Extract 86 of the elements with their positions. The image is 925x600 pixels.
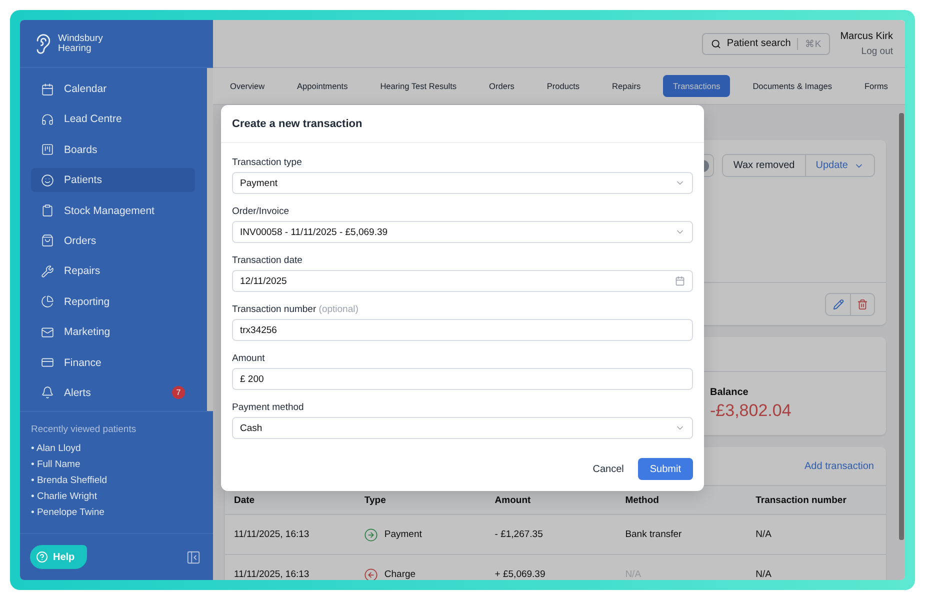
status-button[interactable]: Wax removed [723, 155, 805, 176]
recent-patient-link[interactable]: • Penelope Twine [31, 506, 202, 520]
table-cell-text: N/A [756, 569, 772, 580]
trash-icon [857, 298, 868, 310]
column-header: Amount [494, 494, 532, 506]
search-icon [710, 38, 721, 48]
cancel-button[interactable]: Cancel [590, 460, 626, 478]
card-icon [41, 356, 54, 370]
recent-patient-link[interactable]: • Alan Lloyd [31, 442, 202, 456]
date-field[interactable]: 12/11/2025 [232, 270, 693, 292]
bell-icon [41, 386, 54, 400]
field-label: Payment method [232, 401, 305, 414]
tab[interactable]: Products [536, 75, 590, 97]
calendar-icon [41, 82, 54, 96]
nav-item[interactable]: Finance [31, 350, 195, 375]
logout-link[interactable]: Log out [861, 46, 893, 56]
tab[interactable]: Transactions [663, 75, 730, 97]
select-field[interactable]: Cash [232, 417, 693, 439]
tab[interactable]: Appointments [287, 75, 358, 97]
column-header: Date [234, 494, 256, 506]
field-label: Transaction date [232, 254, 304, 267]
mail-icon [41, 326, 54, 339]
calendar-icon [675, 276, 685, 286]
nav-item[interactable]: Stock Management [31, 198, 195, 223]
section-title: Recently viewed patients [31, 424, 138, 436]
input-field[interactable]: £ 200 [232, 368, 693, 390]
count-badge: 7 [172, 386, 185, 400]
add-transaction-link[interactable]: Add transaction [804, 460, 874, 472]
nav-item[interactable]: Reporting [31, 290, 195, 314]
tab[interactable]: Hearing Test Results [370, 75, 467, 97]
table-cell-text: N/A [756, 529, 772, 540]
select-field[interactable]: Payment [232, 172, 693, 194]
table-cell-text: + £5,069.39 [494, 569, 546, 580]
table-cell: Payment [384, 529, 422, 540]
field-label: Amount [232, 352, 266, 365]
nav-item[interactable]: Lead Centre [31, 107, 195, 132]
column-header: Method [625, 494, 660, 506]
update-button[interactable]: Update [804, 155, 874, 176]
recent-patient-link[interactable]: • Brenda Sheffield [31, 474, 202, 488]
input-field[interactable]: trx34256 [232, 319, 693, 341]
field-label: Order/Invoice [232, 205, 290, 218]
wrench-icon [41, 264, 54, 278]
patient-search-button[interactable]: Patient search ⌘K [702, 32, 830, 54]
smiley-icon [41, 174, 54, 187]
nav-item[interactable]: Marketing [31, 320, 195, 344]
column-header: Transaction number [756, 494, 848, 506]
tab[interactable]: Orders [479, 75, 524, 97]
bag-icon [41, 234, 54, 248]
collapse-sidebar-icon[interactable] [186, 550, 201, 565]
nav-item[interactable]: Calendar [31, 77, 195, 101]
balance-label: Balance [710, 386, 750, 398]
scrollbar[interactable] [207, 68, 213, 412]
headset-icon [41, 112, 54, 126]
dialog-title: Create a new transaction [232, 118, 362, 130]
recent-patient-link[interactable]: • Full Name [31, 458, 202, 472]
recent-patient-link[interactable]: • Charlie Wright [31, 490, 202, 504]
tab[interactable]: Repairs [602, 75, 651, 97]
pie-chart-icon [41, 295, 54, 308]
select-field[interactable]: INV00058 - 11/11/2025 - £5,069.39 [232, 221, 693, 243]
arrow-right-circle-icon [364, 528, 378, 542]
user-name: Marcus Kirk [840, 30, 893, 42]
submit-button[interactable]: Submit [638, 458, 693, 480]
tab[interactable]: Documents & Images [742, 75, 842, 97]
board-icon [41, 143, 54, 156]
column-header: Type [364, 494, 387, 506]
table-cell-text: 11/11/2025, 16:13 [234, 529, 310, 540]
table-cell: Charge [384, 569, 416, 580]
help-icon [36, 551, 48, 564]
shortcut-hint: ⌘K [796, 38, 822, 50]
nav-item[interactable]: Orders [31, 228, 195, 253]
balance-value: -£3,802.04 [710, 400, 792, 420]
table-cell-text: Bank transfer [625, 529, 683, 540]
tab[interactable]: Overview [220, 75, 275, 97]
field-label: Transaction type [232, 156, 303, 169]
field-label: Transaction number (optional) [232, 303, 360, 316]
scrollbar[interactable] [899, 113, 904, 540]
nav-item[interactable]: Repairs [31, 259, 195, 284]
nav-item[interactable]: Alerts 7 [31, 380, 195, 405]
nav-item[interactable]: Boards [31, 138, 195, 162]
clipboard-icon [41, 204, 54, 218]
table-cell-text: - £1,267.35 [494, 529, 544, 540]
nav-item[interactable]: Patients [31, 168, 195, 192]
brand-name: Windsbury Hearing [58, 34, 104, 54]
table-cell-text: 11/11/2025, 16:13 [234, 569, 310, 580]
tab[interactable]: Forms [854, 75, 898, 97]
pencil-icon [832, 298, 844, 310]
